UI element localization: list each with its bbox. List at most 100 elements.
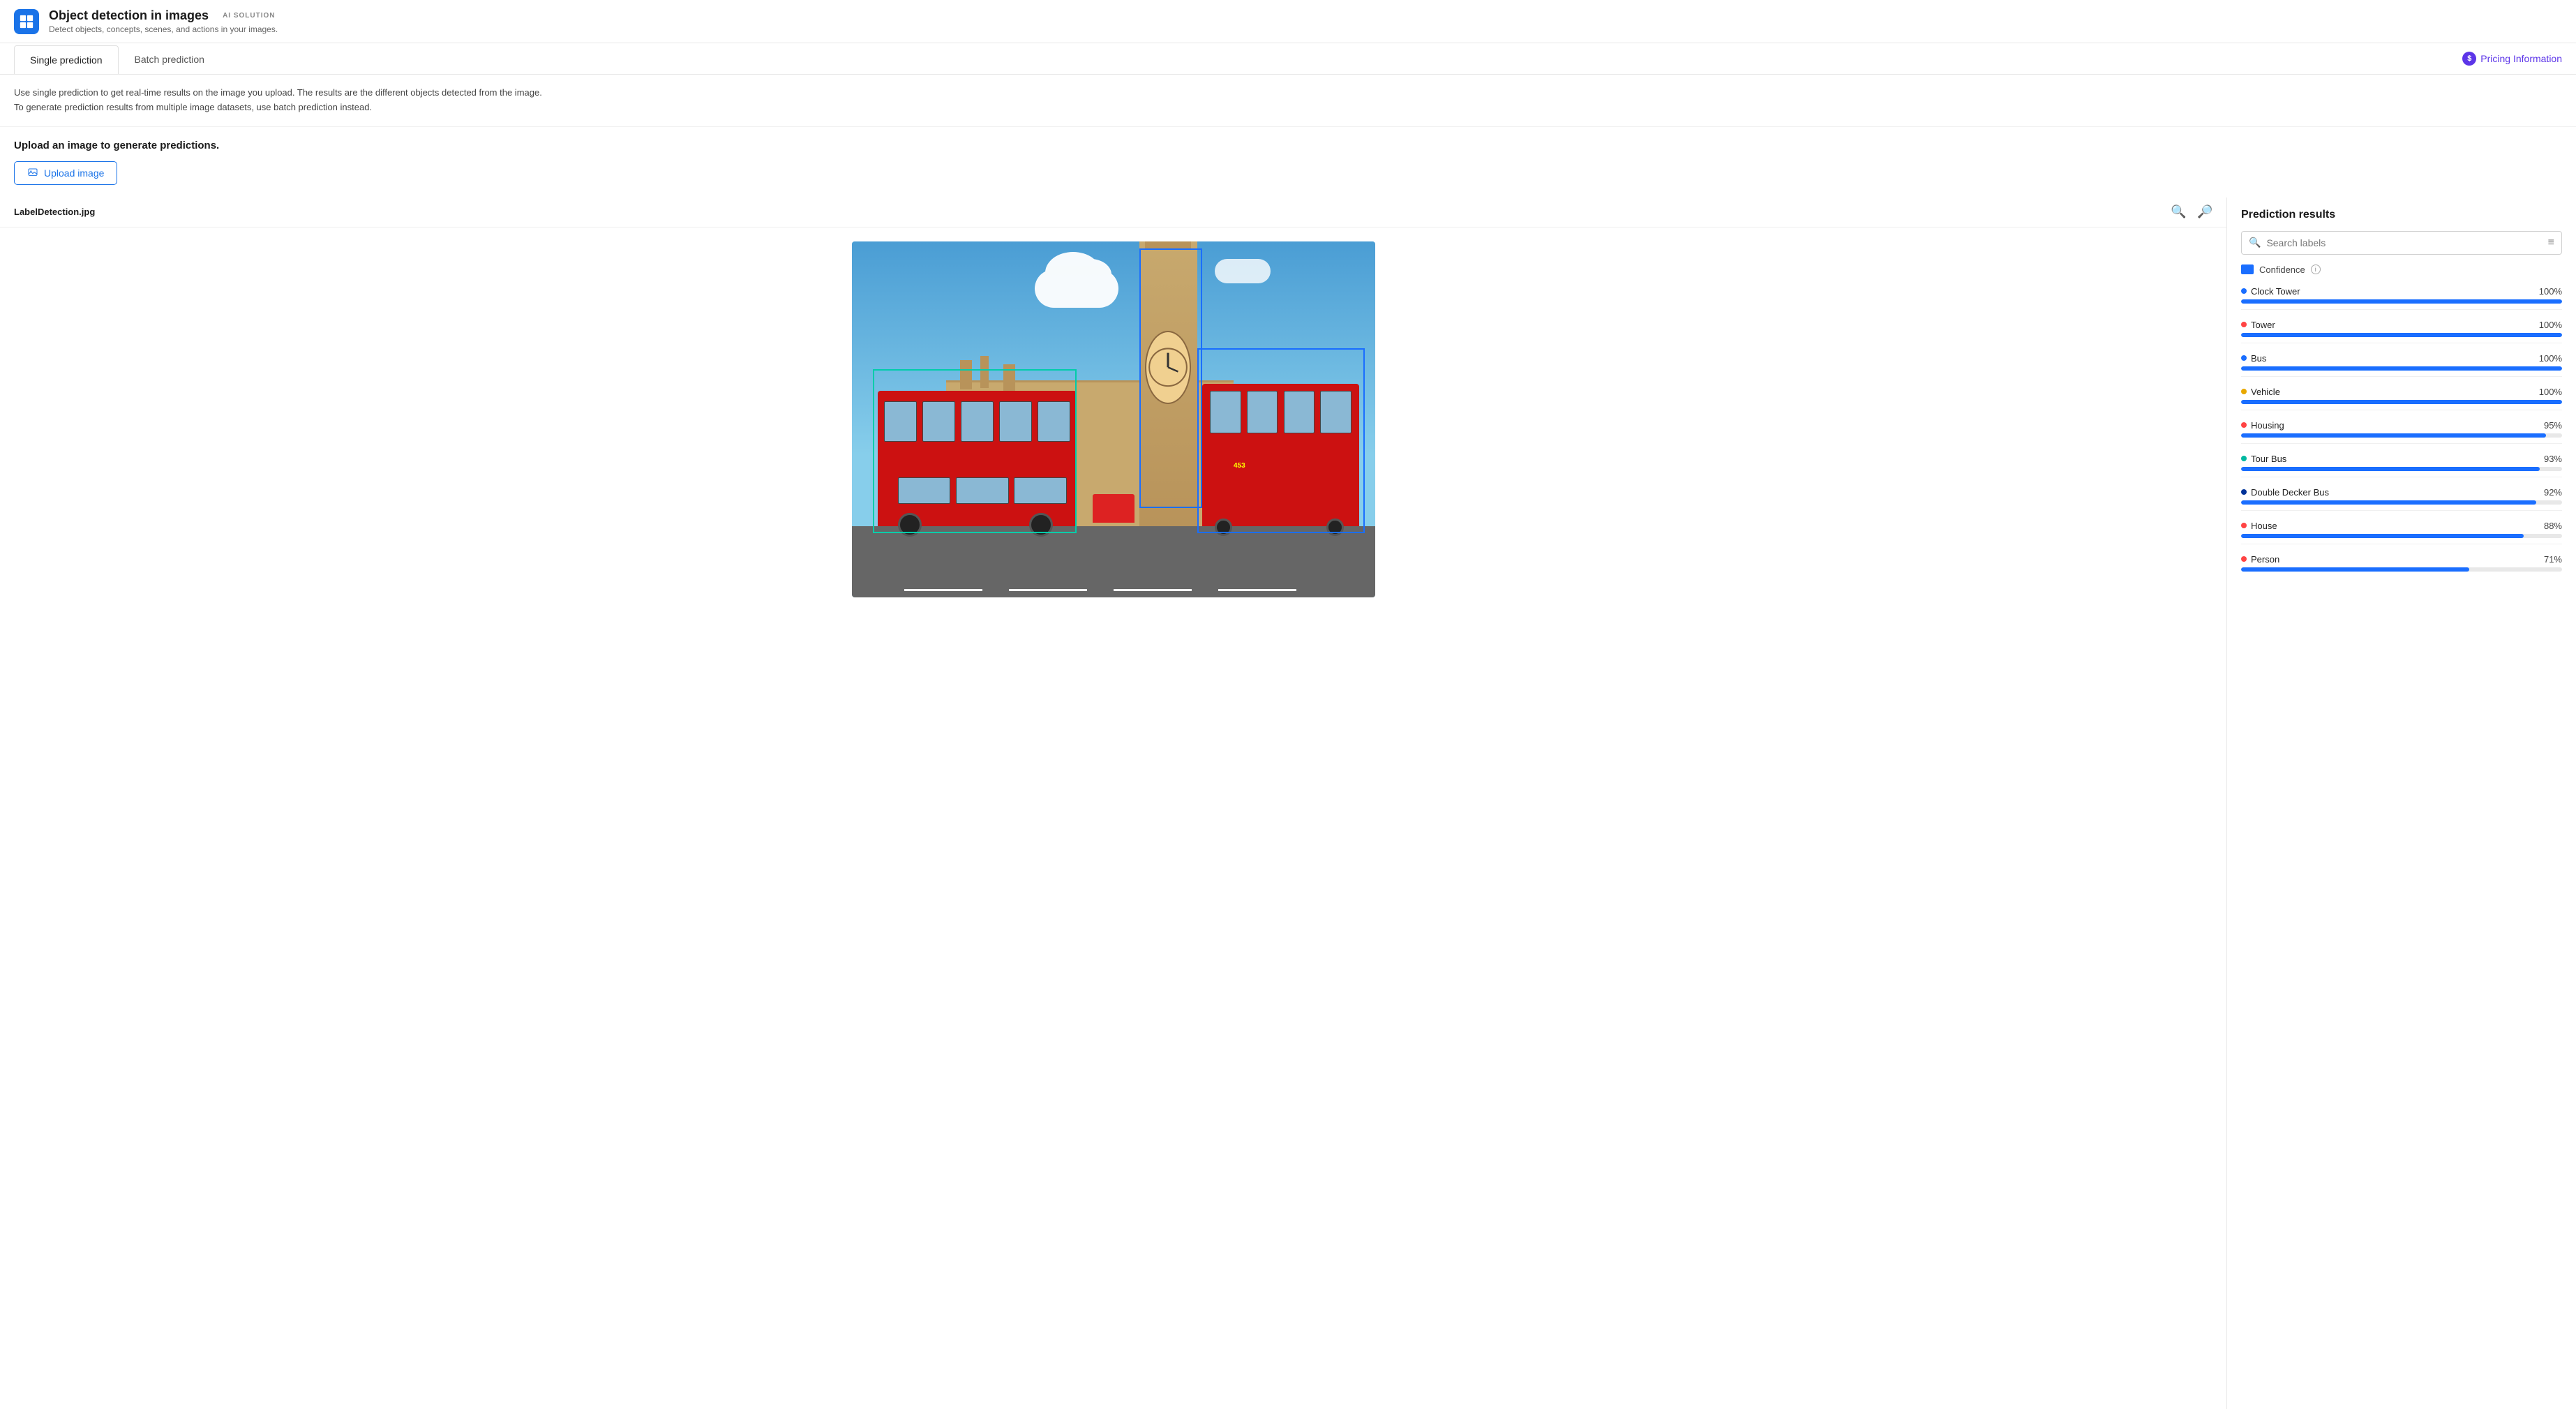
cloud2 <box>1215 259 1271 283</box>
bigben-clock <box>1145 331 1191 404</box>
prediction-pct-5: 93% <box>2544 454 2562 464</box>
prediction-pct-7: 88% <box>2544 521 2562 531</box>
bus2-wheel1 <box>1215 519 1232 536</box>
filter-icon[interactable]: ≡ <box>2548 237 2554 249</box>
bigben-top <box>1145 241 1191 250</box>
bar-track-7 <box>2241 534 2562 538</box>
prediction-dot-6 <box>2241 489 2247 495</box>
prediction-name-3: Vehicle <box>2241 387 2280 397</box>
pricing-label: Pricing Information <box>2480 53 2562 64</box>
prediction-item: Bus 100% <box>2241 353 2562 377</box>
zoom-out-icon[interactable]: 🔍 <box>2171 204 2186 220</box>
bar-fill-6 <box>2241 500 2536 505</box>
prediction-item: Clock Tower 100% <box>2241 286 2562 310</box>
prediction-dot-1 <box>2241 322 2247 327</box>
app-subtitle: Detect objects, concepts, scenes, and ac… <box>49 24 278 34</box>
bar-fill-8 <box>2241 567 2469 572</box>
prediction-dot-2 <box>2241 355 2247 361</box>
prediction-header-5: Tour Bus 93% <box>2241 454 2562 464</box>
bus1-wheel1 <box>898 513 922 537</box>
bus2-window1 <box>1210 391 1241 433</box>
image-filename: LabelDetection.jpg <box>14 207 95 217</box>
prediction-header-2: Bus 100% <box>2241 353 2562 364</box>
prediction-header-7: House 88% <box>2241 521 2562 531</box>
prediction-dot-3 <box>2241 389 2247 394</box>
divider <box>2241 510 2562 511</box>
bar-track-0 <box>2241 299 2562 304</box>
prediction-header-0: Clock Tower 100% <box>2241 286 2562 297</box>
image-panel-header: LabelDetection.jpg 🔍 🔎 <box>0 197 2226 228</box>
prediction-name-4: Housing <box>2241 420 2284 431</box>
bar-fill-2 <box>2241 366 2562 371</box>
tabs-container: Single prediction Batch prediction <box>14 45 220 73</box>
cloud1 <box>1035 269 1118 308</box>
image-controls: 🔍 🔎 <box>2171 204 2212 220</box>
bus1-window1 <box>884 401 917 442</box>
prediction-item: Tour Bus 93% <box>2241 454 2562 477</box>
bar-track-1 <box>2241 333 2562 337</box>
prediction-label-0: Clock Tower <box>2251 286 2300 297</box>
small-car <box>1093 494 1135 523</box>
prediction-pct-6: 92% <box>2544 487 2562 498</box>
prediction-item: Person 71% <box>2241 554 2562 572</box>
search-icon: 🔍 <box>2249 237 2261 248</box>
prediction-item: House 88% <box>2241 521 2562 544</box>
prediction-pct-2: 100% <box>2539 353 2562 364</box>
prediction-name-1: Tower <box>2241 320 2275 330</box>
prediction-label-2: Bus <box>2251 353 2266 364</box>
bus1-lower-windows <box>898 477 1067 503</box>
bus1-window2 <box>922 401 955 442</box>
prediction-pct-1: 100% <box>2539 320 2562 330</box>
bar-track-6 <box>2241 500 2562 505</box>
bus1-wheel2 <box>1029 513 1053 537</box>
zoom-in-icon[interactable]: 🔎 <box>2197 204 2212 220</box>
prediction-name-7: House <box>2241 521 2277 531</box>
prediction-label-3: Vehicle <box>2251 387 2280 397</box>
upload-section: Upload an image to generate predictions.… <box>0 127 2576 197</box>
divider <box>2241 376 2562 377</box>
bus2: 453 <box>1202 384 1359 526</box>
road-marking1 <box>904 589 983 591</box>
prediction-label-4: Housing <box>2251 420 2284 431</box>
image-wrapper: 453 <box>0 228 2226 611</box>
app-logo <box>14 9 39 34</box>
tab-single-prediction[interactable]: Single prediction <box>14 45 119 74</box>
confidence-info-icon[interactable]: i <box>2311 264 2321 274</box>
bus1-window5 <box>1038 401 1070 442</box>
tab-batch-prediction[interactable]: Batch prediction <box>119 45 220 73</box>
road-marking3 <box>1114 589 1192 591</box>
parl-tower2 <box>980 356 989 388</box>
search-input[interactable] <box>2266 237 2542 248</box>
image-display: 453 <box>852 241 1375 597</box>
prediction-pct-4: 95% <box>2544 420 2562 431</box>
road-marking2 <box>1009 589 1088 591</box>
results-panel: Prediction results 🔍 ≡ Confidence i Cloc… <box>2227 197 2576 1409</box>
app-badge: AI SOLUTION <box>223 12 275 20</box>
upload-button[interactable]: Upload image <box>14 161 117 185</box>
prediction-label-7: House <box>2251 521 2277 531</box>
prediction-dot-0 <box>2241 288 2247 294</box>
prediction-item: Housing 95% <box>2241 420 2562 444</box>
description-line1: Use single prediction to get real-time r… <box>14 86 2562 100</box>
pricing-link[interactable]: $ Pricing Information <box>2462 43 2562 74</box>
confidence-color-swatch <box>2241 264 2254 274</box>
bar-fill-3 <box>2241 400 2562 404</box>
search-row[interactable]: 🔍 ≡ <box>2241 231 2562 255</box>
prediction-header-4: Housing 95% <box>2241 420 2562 431</box>
prediction-name-2: Bus <box>2241 353 2266 364</box>
prediction-label-5: Tour Bus <box>2251 454 2286 464</box>
bar-track-5 <box>2241 467 2562 471</box>
prediction-header-8: Person 71% <box>2241 554 2562 565</box>
bus1-window3 <box>961 401 994 442</box>
bar-track-2 <box>2241 366 2562 371</box>
results-title: Prediction results <box>2241 209 2562 221</box>
bar-fill-1 <box>2241 333 2562 337</box>
prediction-dot-4 <box>2241 422 2247 428</box>
prediction-pct-0: 100% <box>2539 286 2562 297</box>
prediction-item: Tower 100% <box>2241 320 2562 343</box>
road <box>852 526 1375 597</box>
prediction-header-1: Tower 100% <box>2241 320 2562 330</box>
prediction-name-5: Tour Bus <box>2241 454 2286 464</box>
bigben-tower <box>1139 241 1197 530</box>
bus2-wheel2 <box>1326 519 1344 536</box>
